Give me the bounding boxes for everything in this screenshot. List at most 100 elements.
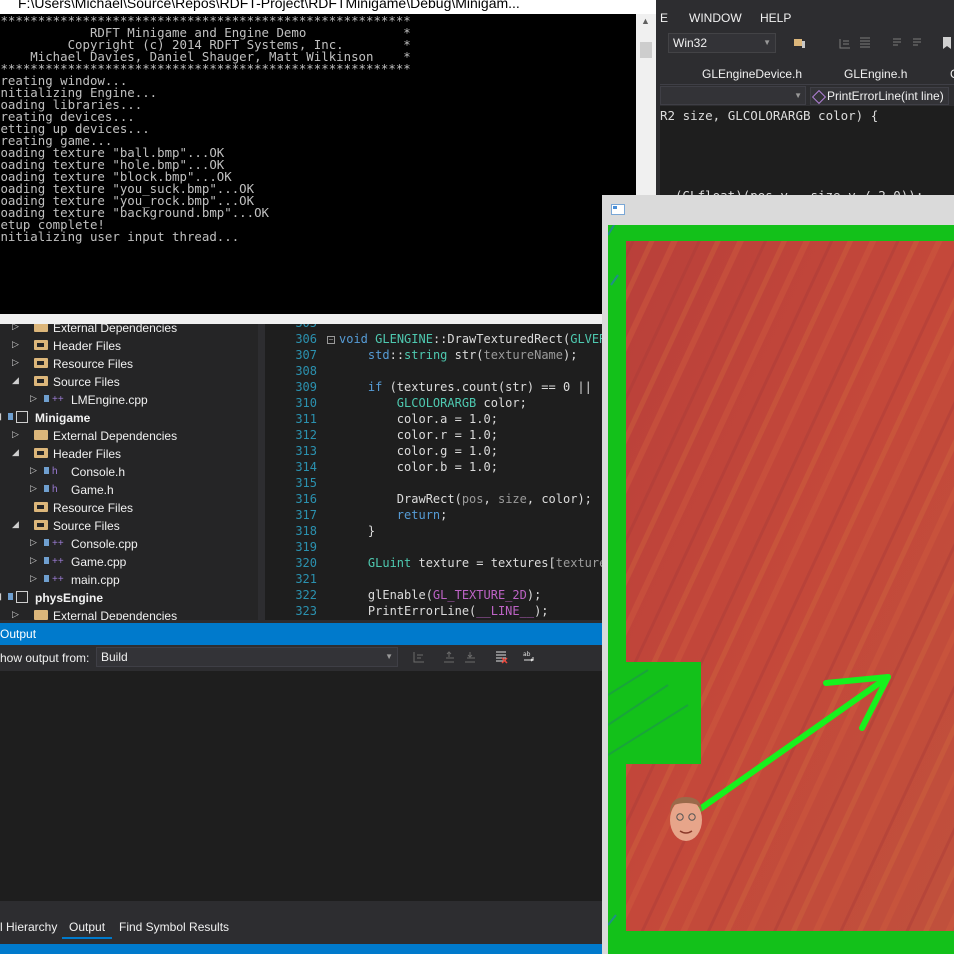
chevron-down-icon: ▼ [794, 91, 802, 100]
tab-find-symbol-results[interactable]: Find Symbol Results [119, 920, 229, 934]
clear-all-icon[interactable] [494, 650, 508, 664]
code-line: R2 size, GLCOLORARGB color) { [660, 108, 879, 123]
output-source-label: how output from: [0, 651, 90, 665]
output-toolbar: how output from: Build ▼ ab [0, 645, 602, 671]
tab-output[interactable]: Output [69, 920, 105, 934]
bottom-wall [608, 931, 954, 954]
code-line: } [339, 524, 376, 538]
console-title-bar[interactable]: F:\Users\Michael\Source\Repos\RDFT-Proje… [0, 0, 656, 14]
scope-combo[interactable]: ▼ [660, 86, 806, 105]
output-panel-header[interactable]: Output [0, 623, 602, 645]
line-number: 316 [295, 492, 317, 506]
folder-icon [34, 502, 48, 512]
comment-icon[interactable] [890, 36, 904, 50]
svg-text:ab: ab [523, 651, 531, 658]
source-control-lock-icon [44, 485, 49, 492]
menu-item-help[interactable]: HELP [760, 11, 791, 25]
indent-icon[interactable] [858, 36, 872, 50]
folder-icon [34, 340, 48, 350]
tree-item-label: main.cpp [71, 573, 120, 587]
output-hscrollbar[interactable] [0, 901, 602, 917]
tab-glengine[interactable]: GLEngine.h [844, 67, 907, 81]
expanded-arrow-icon[interactable]: ◢ [12, 447, 19, 458]
align-icon[interactable] [838, 36, 852, 50]
collapsed-arrow-icon[interactable]: ▷ [30, 573, 37, 584]
bottom-tabs: l Hierarchy Output Find Symbol Results [0, 917, 602, 944]
menu-item-partial[interactable]: E [660, 11, 668, 25]
expanded-arrow-icon[interactable]: ◢ [12, 519, 19, 530]
expanded-arrow-icon[interactable]: ◢ [0, 591, 1, 602]
code-editor-top[interactable]: R2 size, GLCOLORARGB color) { (GLfloat)(… [660, 106, 954, 203]
collapsed-arrow-icon[interactable]: ▷ [12, 324, 19, 332]
solution-explorer: ▷ External Dependencies ▷ Header Files ▷ Reso… [0, 324, 265, 620]
collapsed-arrow-icon[interactable]: ▷ [30, 555, 37, 566]
word-wrap-icon[interactable]: ab [523, 650, 537, 664]
code-line: if (textures.count(str) == 0 || !t [367, 380, 602, 394]
tab-call-hierarchy[interactable]: l Hierarchy [0, 920, 57, 934]
line-number: 322 [295, 588, 317, 602]
tab-glenginedevice[interactable]: GLEngineDevice.h [702, 67, 802, 81]
tab-partial[interactable]: G [950, 67, 954, 81]
navigation-bar: ▼ PrintErrorLine(int line) [660, 84, 954, 107]
line-number: 307 [295, 348, 317, 362]
editor-gutter [265, 324, 283, 620]
menu-bar: E WINDOW HELP [640, 0, 954, 32]
collapse-region-icon[interactable]: − [327, 336, 335, 344]
bookmark-icon[interactable] [940, 36, 954, 50]
source-control-lock-icon [44, 539, 49, 546]
console-title: F:\Users\Michael\Source\Repos\RDFT-Proje… [18, 0, 520, 11]
folder-icon [34, 520, 48, 530]
console-frame [0, 314, 656, 324]
function-name: PrintErrorLine(int line) [827, 89, 944, 103]
source-control-lock-icon [8, 413, 13, 420]
header-file-icon: h [52, 484, 58, 495]
collapsed-arrow-icon[interactable]: ▷ [12, 357, 19, 368]
game-canvas[interactable] [608, 225, 954, 954]
tree-item-label: Header Files [53, 339, 122, 353]
line-number: 311 [295, 412, 317, 426]
scroll-up-icon[interactable]: ▲ [641, 16, 650, 26]
source-control-lock-icon [44, 575, 49, 582]
cpp-file-icon: ++ [52, 538, 64, 549]
output-text-area[interactable] [0, 671, 602, 901]
menu-item-window[interactable]: WINDOW [689, 11, 742, 25]
collapsed-arrow-icon[interactable]: ▷ [30, 465, 37, 476]
function-combo[interactable]: PrintErrorLine(int line) [810, 87, 949, 105]
code-editor[interactable]: 305 306 void GLENGINE::DrawTexturedRect(G… [283, 324, 602, 620]
tree-item-label: External Dependencies [53, 429, 178, 443]
collapsed-arrow-icon[interactable]: ▷ [12, 609, 19, 620]
platform-value: Win32 [673, 36, 708, 50]
find-message-icon[interactable] [412, 650, 426, 664]
scroll-thumb[interactable] [640, 42, 652, 58]
project-icon [16, 411, 28, 423]
project-icon [16, 591, 28, 603]
line-number: 315 [295, 476, 317, 490]
line-number: 309 [295, 380, 317, 394]
previous-message-icon[interactable] [442, 650, 456, 664]
collapsed-arrow-icon[interactable]: ▷ [30, 483, 37, 494]
game-title-bar[interactable] [602, 195, 954, 225]
line-number: 313 [295, 444, 317, 458]
tree-item-label: Minigame [35, 411, 91, 425]
expanded-arrow-icon[interactable]: ◢ [0, 411, 1, 422]
tree-item-label: Console.cpp [71, 537, 138, 551]
find-in-files-icon[interactable] [793, 36, 807, 50]
tree-item-label: Console.h [71, 465, 126, 479]
console-output[interactable]: ****************************************… [0, 14, 636, 314]
tree-item-label: Game.h [71, 483, 114, 497]
folder-icon [34, 448, 48, 458]
collapsed-arrow-icon[interactable]: ▷ [12, 339, 19, 350]
collapsed-arrow-icon[interactable]: ▷ [12, 429, 19, 440]
platform-select[interactable]: Win32 ▼ [668, 33, 776, 53]
uncomment-icon[interactable] [910, 36, 924, 50]
splitter[interactable] [258, 324, 265, 620]
output-source-value: Build [101, 650, 128, 664]
chevron-down-icon: ▼ [385, 652, 393, 661]
output-source-select[interactable]: Build ▼ [96, 647, 398, 667]
collapsed-arrow-icon[interactable]: ▷ [30, 393, 37, 404]
source-control-lock-icon [8, 593, 13, 600]
next-message-icon[interactable] [463, 650, 477, 664]
folder-icon [34, 610, 48, 620]
collapsed-arrow-icon[interactable]: ▷ [30, 537, 37, 548]
expanded-arrow-icon[interactable]: ◢ [12, 375, 19, 386]
